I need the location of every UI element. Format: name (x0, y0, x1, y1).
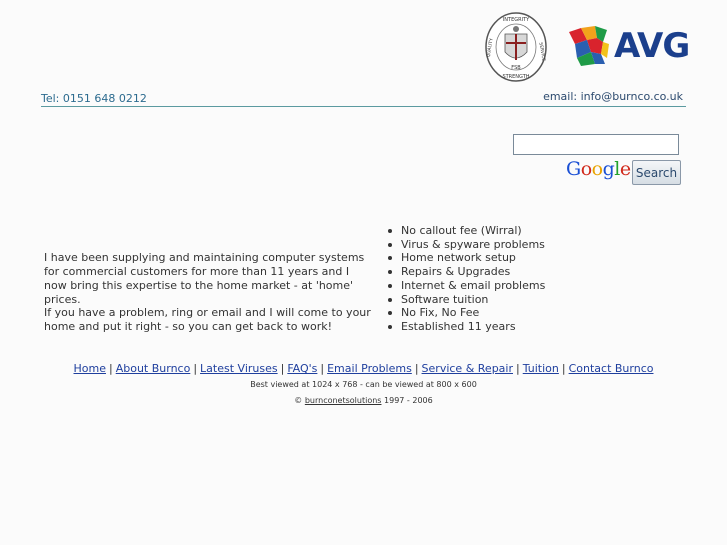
google-logo-g2: g (602, 158, 615, 180)
feature-item: Internet & email problems (387, 279, 545, 293)
feature-item: Virus & spyware problems (387, 238, 545, 252)
intro-paragraph-1: I have been supplying and maintaining co… (44, 251, 365, 306)
nav-about-link[interactable]: About Burnco (116, 362, 191, 375)
google-logo-g: G (566, 158, 581, 180)
feature-item: Home network setup (387, 251, 545, 265)
google-logo-o2: o (591, 158, 603, 180)
footer-nav: Home | About Burnco | Latest Viruses | FAQ's | E… (73, 362, 654, 375)
feature-item: Software tuition (387, 293, 545, 307)
copyright-owner-link[interactable]: burnconetsolutions (305, 396, 382, 405)
nav-email-problems-link[interactable]: Email Problems (327, 362, 412, 375)
copyright-symbol: © (294, 396, 303, 405)
features-list: No callout fee (Wirral) Virus & spyware … (387, 224, 545, 334)
best-viewed-note: Best viewed at 1024 x 768 - can be viewe… (250, 380, 477, 389)
fsb-seal-logo: INTEGRITY SERVICE STRENGTH QUALITY FSB (485, 12, 547, 82)
google-logo-o1: o (580, 158, 592, 180)
nav-tuition-link[interactable]: Tuition (523, 362, 559, 375)
seal-text-bottom: STRENGTH (502, 74, 529, 80)
seal-text-top: INTEGRITY (503, 17, 530, 23)
nav-home-link[interactable]: Home (74, 362, 106, 375)
nav-service-repair-link[interactable]: Service & Repair (422, 362, 513, 375)
feature-item: Repairs & Upgrades (387, 265, 545, 279)
search-input[interactable] (513, 134, 679, 155)
feature-item: Established 11 years (387, 320, 545, 334)
nav-faqs-link[interactable]: FAQ's (287, 362, 317, 375)
search-button[interactable]: Search (632, 160, 681, 185)
copyright-years: 1997 - 2006 (384, 396, 433, 405)
intro-paragraph-2: If you have a problem, ring or email and… (44, 306, 371, 333)
nav-contact-link[interactable]: Contact Burnco (569, 362, 654, 375)
contact-email: email: info@burnco.co.uk (543, 90, 683, 103)
google-logo: Google (566, 158, 631, 180)
header-divider (41, 106, 686, 107)
nav-latest-viruses-link[interactable]: Latest Viruses (200, 362, 278, 375)
feature-item: No Fix, No Fee (387, 306, 545, 320)
avg-logo-text: AVG (614, 26, 690, 66)
feature-item: No callout fee (Wirral) (387, 224, 545, 238)
google-logo-e: e (619, 158, 631, 180)
copyright-line: © burnconetsolutions 1997 - 2006 (0, 396, 727, 405)
telephone-number: Tel: 0151 648 0212 (41, 92, 147, 105)
seal-text-center: FSB (511, 65, 521, 71)
